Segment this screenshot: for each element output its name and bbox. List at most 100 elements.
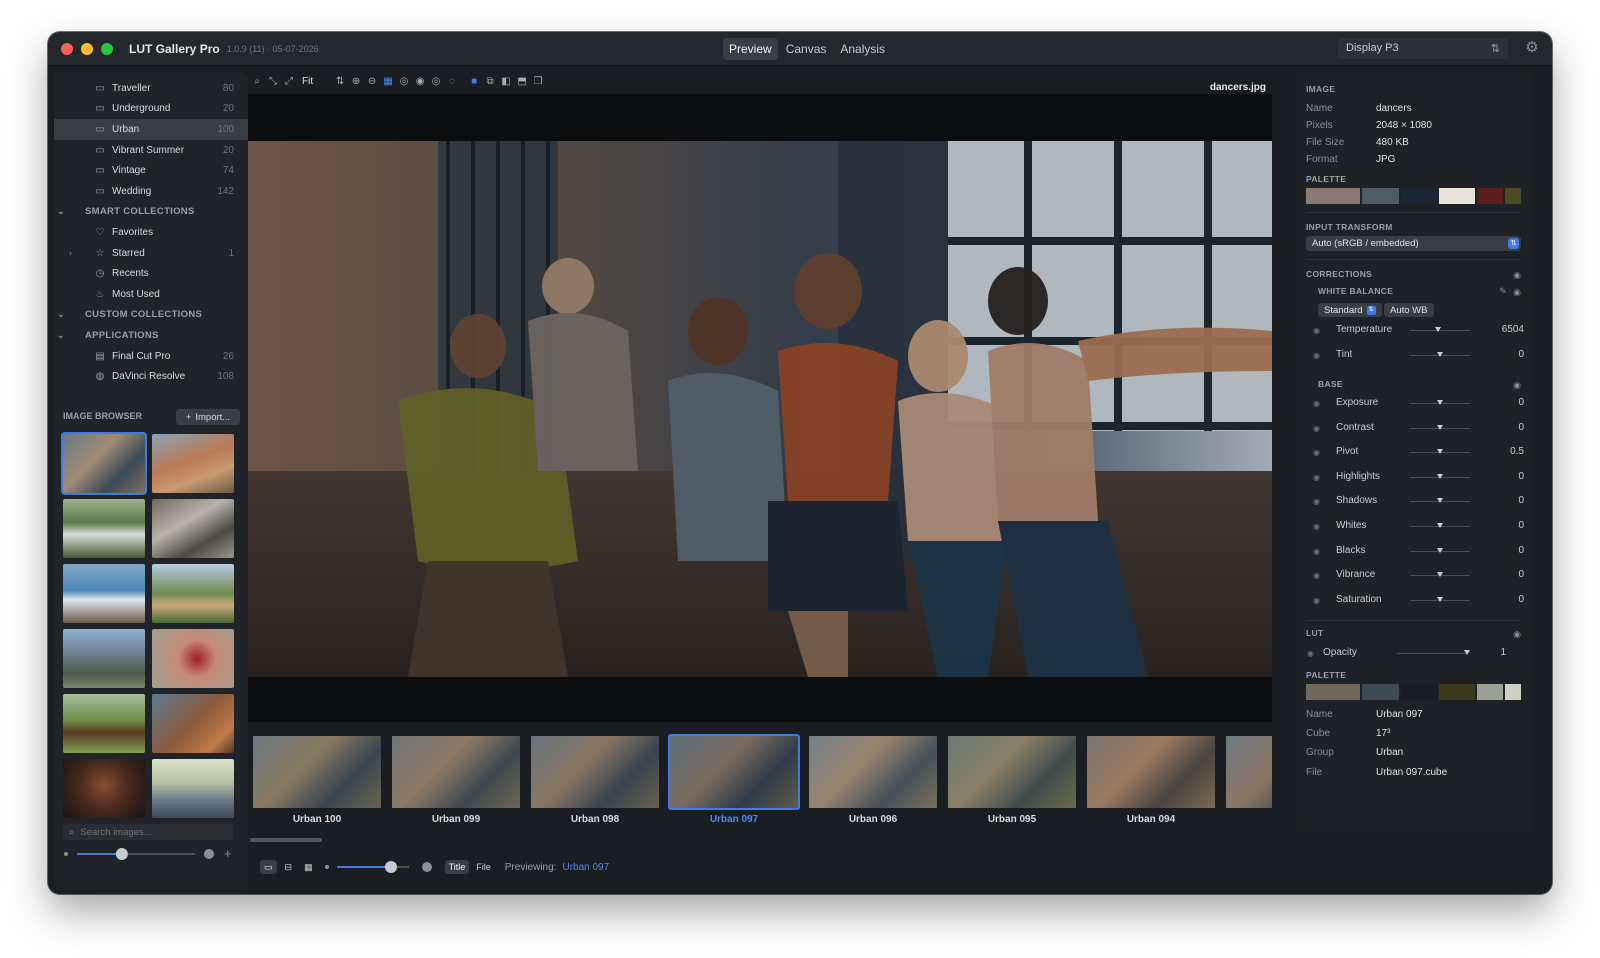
- mode-canvas-tab[interactable]: Canvas: [780, 38, 833, 60]
- slider-row-exposure[interactable]: ◉ Exposure 0: [1306, 396, 1524, 416]
- sidebar-item-underground[interactable]: ▭ Underground 20: [54, 99, 248, 120]
- filmstrip-scrollbar[interactable]: [250, 838, 322, 842]
- zoom-icon[interactable]: ⌕: [250, 74, 264, 88]
- eye-icon[interactable]: ◉: [1512, 630, 1522, 639]
- slider-knob[interactable]: [1436, 449, 1443, 455]
- slider-knob[interactable]: [1436, 572, 1443, 578]
- strip-size-slider[interactable]: [323, 859, 435, 875]
- palette-swatch[interactable]: [1477, 684, 1503, 700]
- eye-icon[interactable]: ◉: [1313, 497, 1320, 506]
- browser-thumb-elder[interactable]: [63, 759, 145, 818]
- single-view-icon[interactable]: ■: [467, 74, 481, 88]
- eye-icon[interactable]: ◉: [1313, 351, 1320, 360]
- browser-thumb-dancers[interactable]: [61, 432, 147, 495]
- slider-row-tint[interactable]: ◉ Tint 0: [1306, 348, 1524, 368]
- grid-view-icon[interactable]: ▦: [300, 860, 317, 874]
- browser-thumb-statue[interactable]: [63, 499, 145, 558]
- browser-thumb-village[interactable]: [152, 434, 234, 493]
- slider-knob[interactable]: [1436, 424, 1443, 430]
- sidebar-item-wedding[interactable]: ▭ Wedding 142: [54, 181, 248, 202]
- slider-row-temperature[interactable]: ◉ Temperature 6504: [1306, 323, 1524, 343]
- wb-mode-select[interactable]: Standard ⇅: [1318, 303, 1382, 317]
- custom-collections-header[interactable]: ⌄ CUSTOM COLLECTIONS: [54, 305, 248, 326]
- filmstrip-view-icon[interactable]: ▭: [260, 860, 277, 874]
- filmstrip-item-urban-093[interactable]: U: [1226, 736, 1272, 828]
- palette-swatch[interactable]: [1306, 684, 1361, 700]
- eyedropper-icon[interactable]: ✎: [1498, 287, 1508, 296]
- sidebar-item-recents[interactable]: ◷ Recents: [54, 263, 248, 284]
- sidebar-item-favorites[interactable]: ♡ Favorites: [54, 222, 248, 243]
- sidebar-item-final-cut-pro[interactable]: ▤ Final Cut Pro 26: [54, 346, 248, 367]
- opacity-slider-row[interactable]: ◉ Opacity 1: [1296, 646, 1514, 666]
- eye-icon[interactable]: ◉: [1512, 288, 1522, 297]
- eye-icon[interactable]: ◉: [1313, 473, 1320, 482]
- eye-icon[interactable]: ◉: [1512, 381, 1522, 390]
- slider-track[interactable]: [1397, 653, 1467, 654]
- slider-knob[interactable]: [1436, 351, 1443, 357]
- eye-icon[interactable]: ◉: [1313, 596, 1320, 605]
- palette-swatch[interactable]: [1400, 684, 1437, 700]
- palette-swatch[interactable]: [1504, 684, 1521, 700]
- grid-icon[interactable]: ▦: [381, 74, 395, 88]
- eye-icon[interactable]: ◉: [1313, 547, 1320, 556]
- slider-row-whites[interactable]: ◉ Whites 0: [1306, 519, 1524, 539]
- slider-row-pivot[interactable]: ◉ Pivot 0.5: [1306, 445, 1524, 465]
- filmstrip-item-urban-099[interactable]: Urban 099: [392, 736, 520, 828]
- slider-row-blacks[interactable]: ◉ Blacks 0: [1306, 544, 1524, 564]
- split-horizontal-icon[interactable]: ⬒: [515, 74, 529, 88]
- browser-thumb-berries[interactable]: [152, 629, 234, 688]
- eye-icon[interactable]: ◉: [1313, 571, 1320, 580]
- gear-icon[interactable]: ⚙: [1524, 40, 1540, 56]
- eye-icon[interactable]: ◉: [1313, 424, 1320, 433]
- applications-header[interactable]: ⌄ APPLICATIONS: [54, 325, 248, 346]
- sidebar-item-most-used[interactable]: ♨ Most Used: [54, 284, 248, 305]
- sidebar-item-vintage[interactable]: ▭ Vintage 74: [54, 160, 248, 181]
- slider-row-contrast[interactable]: ◉ Contrast 0: [1306, 421, 1524, 441]
- zoom-in-icon[interactable]: ⊕: [349, 74, 363, 88]
- slider-knob[interactable]: [1436, 498, 1443, 504]
- filmstrip-item-urban-097[interactable]: Urban 097: [668, 734, 800, 828]
- eye-icon[interactable]: ◉: [1512, 271, 1522, 280]
- minimize-window-button[interactable]: [81, 42, 93, 55]
- palette-swatch[interactable]: [1362, 188, 1399, 204]
- slider-knob[interactable]: [1436, 400, 1443, 405]
- import-button[interactable]: + Import...: [176, 409, 240, 425]
- eye-icon[interactable]: ◉: [1313, 399, 1320, 408]
- browser-thumb-cattle[interactable]: [63, 694, 145, 753]
- slider-row-saturation[interactable]: ◉ Saturation 0: [1306, 593, 1524, 613]
- filmstrip-item-urban-094[interactable]: Urban 094: [1087, 736, 1215, 828]
- split-view-icon[interactable]: ⊟: [281, 860, 297, 874]
- eye-icon[interactable]: ◉: [1313, 326, 1320, 335]
- thumbnail-size-slider-svg[interactable]: +: [63, 846, 239, 862]
- palette-swatch[interactable]: [1438, 684, 1476, 700]
- palette-swatch[interactable]: [1306, 188, 1361, 204]
- compass-icon[interactable]: ◌: [445, 74, 459, 88]
- slider-row-vibrance[interactable]: ◉ Vibrance 0: [1306, 568, 1524, 588]
- focus-icon[interactable]: ◎: [429, 74, 443, 88]
- slider-knob[interactable]: [1436, 473, 1443, 479]
- compare-icon[interactable]: ⧉: [483, 74, 497, 88]
- overlay-icon[interactable]: ❐: [531, 74, 545, 88]
- palette-swatch[interactable]: [1504, 188, 1521, 204]
- filmstrip-item-urban-096[interactable]: Urban 096: [809, 736, 937, 828]
- eye-icon[interactable]: ◉: [1313, 448, 1320, 457]
- filmstrip-item-urban-098[interactable]: Urban 098: [531, 736, 659, 828]
- browser-thumb-mountains[interactable]: [63, 629, 145, 688]
- target-icon[interactable]: ◎: [397, 74, 411, 88]
- image-viewer[interactable]: [248, 94, 1272, 722]
- zoom-out-icon[interactable]: ⊖: [365, 74, 379, 88]
- split-vertical-icon[interactable]: ◧: [499, 74, 513, 88]
- zoom-window-button[interactable]: [101, 42, 113, 55]
- slider-knob[interactable]: [1463, 650, 1470, 655]
- palette-swatch[interactable]: [1400, 188, 1437, 204]
- filmstrip-item-urban-100[interactable]: Urban 100: [253, 736, 381, 828]
- fit-button[interactable]: Fit: [302, 76, 313, 87]
- circle-icon[interactable]: ◉: [413, 74, 427, 88]
- slider-row-highlights[interactable]: ◉ Highlights 0: [1306, 470, 1524, 490]
- sidebar-item-starred[interactable]: › ☆ Starred 1: [54, 243, 248, 264]
- sidebar-item-traveller[interactable]: ▭ Traveller 80: [54, 78, 248, 99]
- palette-swatch[interactable]: [1477, 188, 1503, 204]
- slider-knob[interactable]: [1436, 547, 1443, 553]
- expand-icon[interactable]: ⤢: [282, 74, 296, 88]
- browser-thumb-coast[interactable]: [63, 564, 145, 623]
